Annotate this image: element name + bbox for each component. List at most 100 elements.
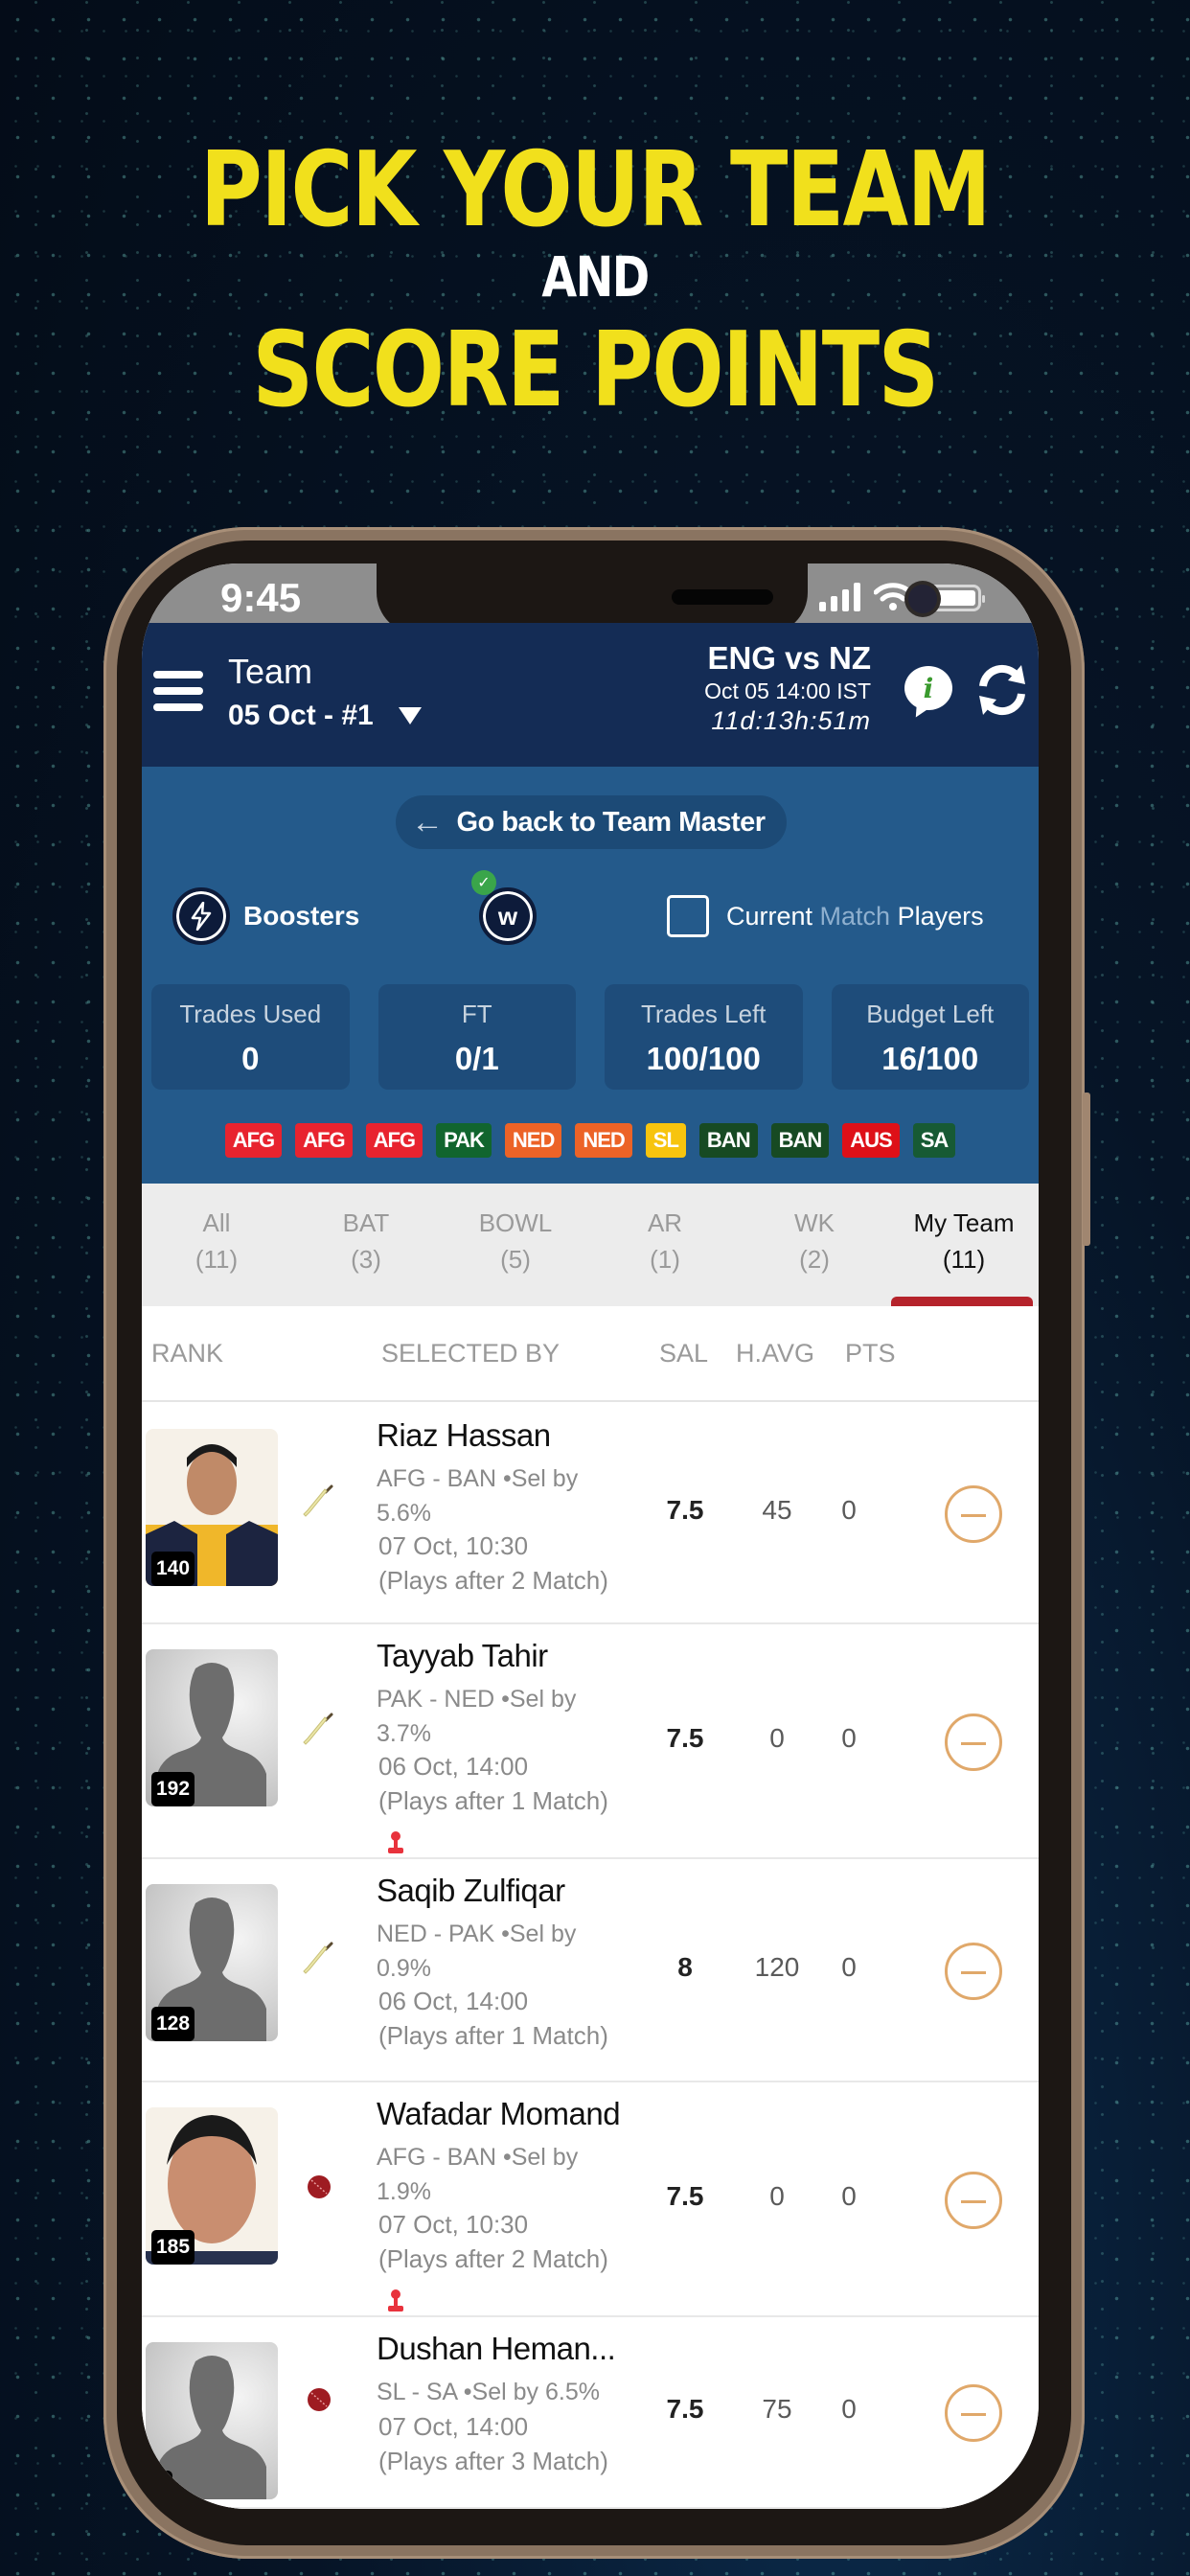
wifi-icon (874, 583, 912, 610)
player-salary: 7.5 (666, 1722, 704, 1753)
check-icon: ✓ (471, 870, 496, 895)
tab-bowl[interactable]: BOWL (5) (441, 1184, 590, 1306)
player-next-match: 06 Oct, 14:00 (Plays after 1 Match) (378, 1987, 608, 2050)
player-points: 0 (841, 2394, 857, 2424)
player-meta: AFG - BAN •Sel by 1.9% (377, 2144, 579, 2205)
go-back-label: Go back to Team Master (456, 806, 767, 838)
stat-free-transfers: FT 0/1 (378, 984, 576, 1090)
player-h-avg: 45 (762, 1495, 792, 1525)
menu-icon[interactable] (153, 671, 203, 711)
team-chips: AFG AFG AFG PAK NED NED SL BAN BAN AUS SA (142, 1123, 1039, 1158)
current-match-players-toggle[interactable]: Current Match Players (667, 895, 984, 937)
remove-player-button[interactable] (945, 1713, 1002, 1771)
player-avatar[interactable]: 128 (146, 1884, 278, 2041)
remove-player-button[interactable] (945, 1942, 1002, 2000)
player-name[interactable]: Tayyab Tahir (377, 1638, 548, 1674)
player-next-match: 07 Oct, 14:00 (Plays after 3 Match) (378, 2412, 608, 2475)
phone-side-button (1083, 1092, 1090, 1246)
player-avatar[interactable] (146, 2342, 278, 2499)
remove-player-button[interactable] (945, 1485, 1002, 1543)
player-salary: 7.5 (666, 2394, 704, 2424)
player-name[interactable]: Wafadar Momand (377, 2096, 621, 2132)
player-row[interactable]: 192 Tayyab Tahir PAK - NED •Sel by 3.7% 06 O… (142, 1624, 1039, 1859)
player-row[interactable]: 140 Riaz Hassan AFG - BAN •Sel by 5.6% 07 Oc… (142, 1404, 1039, 1624)
team-chip: AUS (842, 1123, 900, 1158)
promo-line-1: PICK YOUR TEAM (199, 130, 992, 250)
tab-ar[interactable]: AR (1) (590, 1184, 740, 1306)
tab-count: (11) (195, 1245, 239, 1274)
player-h-avg: 0 (769, 2180, 785, 2211)
tab-bat[interactable]: BAT (3) (291, 1184, 441, 1306)
col-rank[interactable]: RANK (151, 1339, 223, 1368)
speaker-grille (672, 589, 773, 605)
player-avatar[interactable]: 192 (146, 1649, 278, 1806)
boosters-label: Boosters (243, 901, 360, 931)
remove-player-button[interactable] (945, 2384, 1002, 2442)
team-chip: SL (645, 1123, 686, 1158)
match-countdown: 11d:13h:51m (711, 706, 871, 735)
wildcard-icon: w (479, 887, 537, 945)
lightning-icon (172, 887, 230, 945)
tab-all[interactable]: All (11) (142, 1184, 291, 1306)
signal-icon (819, 583, 860, 611)
stat-budget-left: Budget Left 16/100 (831, 984, 1029, 1090)
player-avatar[interactable]: 140 (146, 1429, 278, 1586)
player-list: 140 Riaz Hassan AFG - BAN •Sel by 5.6% 07 Oc… (142, 1404, 1039, 2509)
promo-line-3: SCORE POINTS (252, 310, 939, 430)
current-match-checkbox[interactable] (667, 895, 709, 937)
player-salary: 7.5 (666, 1495, 704, 1525)
stat-trades-left: Trades Left 100/100 (605, 984, 803, 1090)
col-selected-by[interactable]: SELECTED BY (381, 1339, 560, 1368)
front-camera (908, 585, 937, 613)
match-name: ENG vs NZ (707, 640, 871, 676)
wildcard-button[interactable]: w ✓ (471, 870, 537, 945)
current-match-label: Current Match Players (726, 901, 984, 931)
stats-row: Trades Used 0 FT 0/1 Trades Left 100/100… (151, 984, 1029, 1090)
role-tabs: All (11) BAT (3) BOWL (5) AR (1) WK (2) My Team (11… (142, 1184, 1039, 1306)
boosters-button[interactable]: Boosters (172, 887, 359, 945)
rank-badge (151, 2471, 172, 2499)
col-havg[interactable]: H.AVG (736, 1339, 814, 1368)
player-points: 0 (841, 1495, 857, 1525)
player-row[interactable]: 185 Wafadar Momand AFG - BAN •Sel by 1.9% 0 7… (142, 2082, 1039, 2317)
player-meta: NED - PAK •Sel by 0.9% (377, 1920, 577, 1982)
col-sal[interactable]: SAL (659, 1339, 708, 1368)
player-next-match: 07 Oct, 10:30 (Plays after 2 Match) (378, 1531, 608, 1595)
team-selector-dropdown[interactable]: 05 Oct - #1 (228, 700, 422, 732)
player-h-avg: 120 (754, 1951, 800, 1982)
player-name[interactable]: Riaz Hassan (377, 1417, 551, 1454)
player-salary: 7.5 (666, 2180, 704, 2211)
user-marker-icon (386, 1830, 405, 1855)
cricket-bat-icon (300, 1482, 338, 1520)
tab-my-team[interactable]: My Team (11) (889, 1184, 1039, 1306)
go-back-team-master-button[interactable]: ← Go back to Team Master (396, 795, 787, 849)
player-row[interactable]: 128 Saqib Zulfiqar NED - PAK •Sel by 0.9% 06… (142, 1859, 1039, 2082)
player-row[interactable]: Dushan Heman... SL - SA •Sel by 6.5% 07 Oc… (142, 2317, 1039, 2509)
tab-count: (1) (650, 1245, 680, 1274)
info-icon[interactable]: i (904, 666, 952, 710)
team-selector-label: 05 Oct - #1 (228, 700, 374, 731)
player-salary: 8 (677, 1951, 693, 1982)
col-pts[interactable]: PTS (845, 1339, 896, 1368)
player-next-match: 06 Oct, 14:00 (Plays after 1 Match) (378, 1752, 608, 1815)
tab-count: (3) (351, 1245, 381, 1274)
phone-screen: 9:45 Team 05 Oct - #1 ENG vs NZ Oct 05 1… (142, 564, 1039, 2509)
column-header: RANK SELECTED BY SAL H.AVG PTS (142, 1306, 1039, 1402)
header-title: Team (228, 652, 313, 691)
tab-label: My Team (913, 1208, 1015, 1237)
player-meta: PAK - NED •Sel by 3.7% (377, 1686, 577, 1747)
tab-wk[interactable]: WK (2) (740, 1184, 889, 1306)
team-chip: AFG (365, 1123, 423, 1158)
cricket-bat-icon (300, 1939, 338, 1977)
refresh-icon[interactable] (973, 661, 1031, 719)
player-name[interactable]: Dushan Heman... (377, 2331, 616, 2367)
remove-player-button[interactable] (945, 2171, 1002, 2229)
tab-label: BAT (342, 1208, 390, 1237)
player-avatar[interactable]: 185 (146, 2107, 278, 2265)
tab-count: (11) (942, 1245, 986, 1274)
cricket-bat-icon (300, 1710, 338, 1748)
tab-count: (2) (799, 1245, 830, 1274)
match-time: Oct 05 14:00 IST (704, 678, 871, 703)
player-name[interactable]: Saqib Zulfiqar (377, 1873, 565, 1909)
team-chip: SA (912, 1123, 956, 1158)
